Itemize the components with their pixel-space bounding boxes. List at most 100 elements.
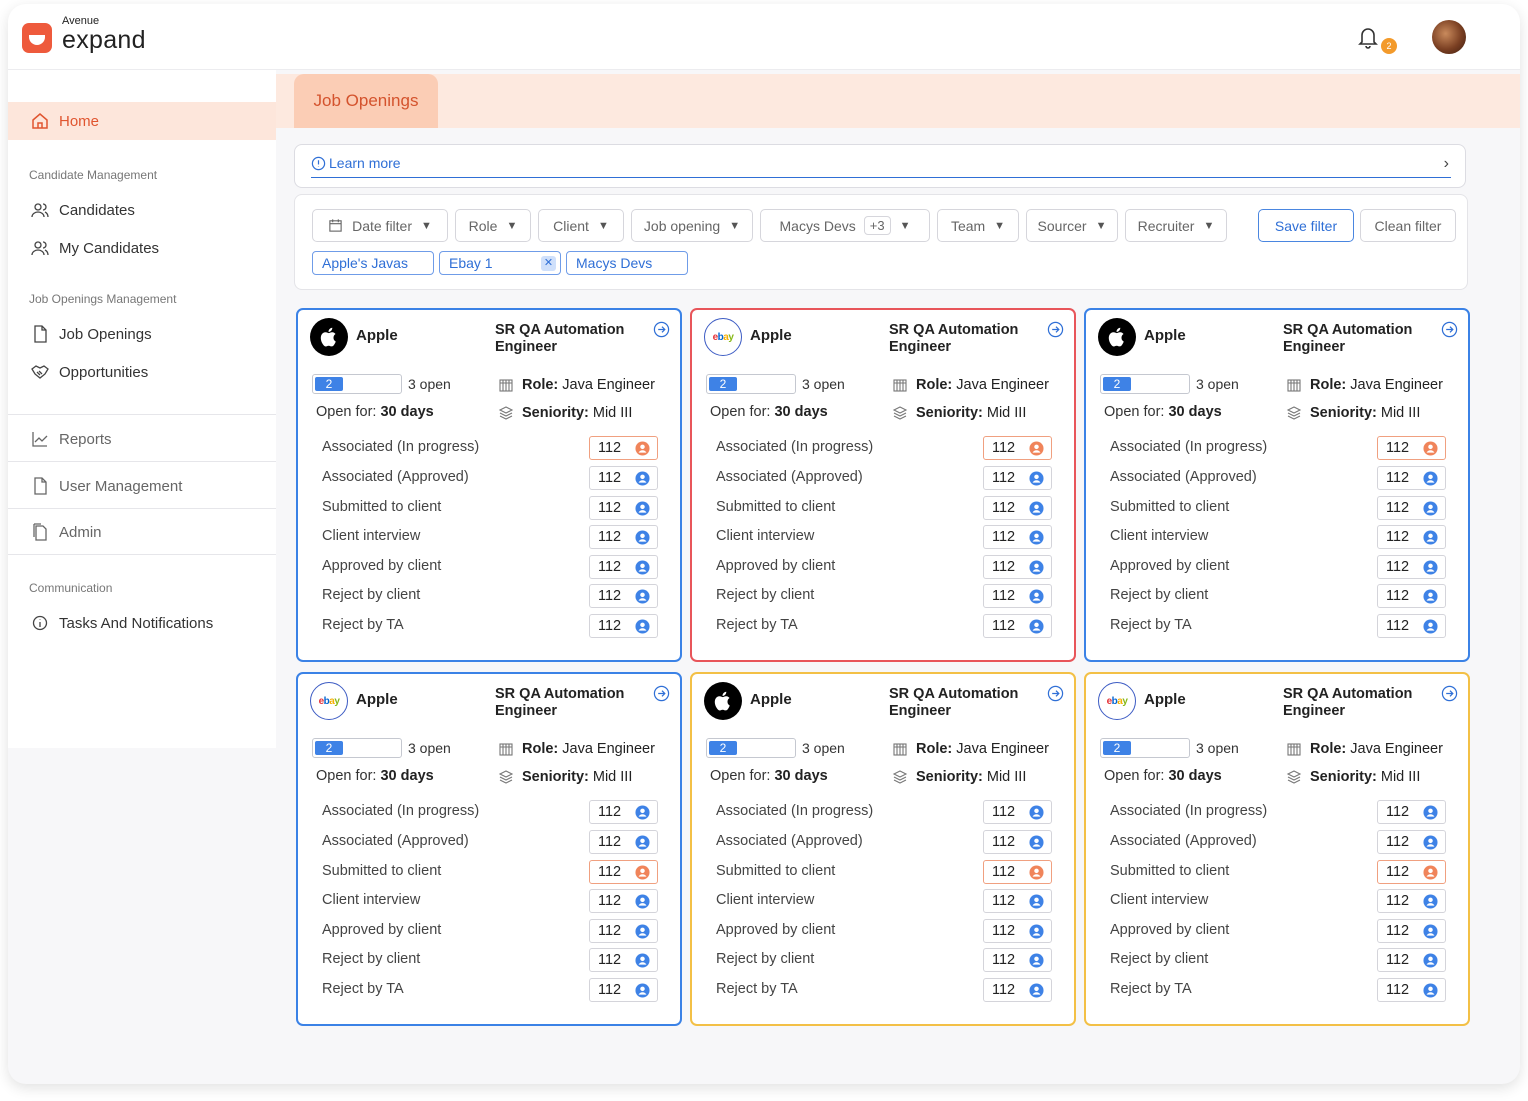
stage-count[interactable]: 112 — [983, 860, 1052, 884]
stage-count[interactable]: 112 — [1377, 978, 1446, 1002]
stage-count[interactable]: 112 — [589, 614, 658, 638]
stage-count[interactable]: 112 — [589, 860, 658, 884]
stage-count[interactable]: 112 — [1377, 830, 1446, 854]
stage-count[interactable]: 112 — [589, 800, 658, 824]
tab-job-openings[interactable]: Job Openings — [294, 74, 438, 128]
chevron-right-icon[interactable]: › — [1444, 155, 1449, 173]
stage-count[interactable]: 112 — [983, 496, 1052, 520]
stage-count[interactable]: 112 — [589, 830, 658, 854]
stage-count[interactable]: 112 — [1377, 948, 1446, 972]
stage-count[interactable]: 112 — [589, 555, 658, 579]
stage-count[interactable]: 112 — [589, 466, 658, 490]
section-job-openings-management: Job Openings Management — [29, 292, 177, 306]
filter-tag[interactable]: Apple's Javas — [312, 251, 434, 275]
stage-count[interactable]: 112 — [1377, 496, 1446, 520]
stage-count[interactable]: 112 — [983, 555, 1052, 579]
stage-row: Approved by client 112 — [322, 919, 658, 943]
job-card[interactable]: Apple SR QA Automation Engineer 2 3 open Ope… — [296, 308, 682, 662]
brand-logo[interactable]: Avenue expand — [22, 16, 146, 53]
stage-label: Client interview — [1110, 892, 1209, 908]
person-icon — [1029, 835, 1044, 850]
learn-more-bar[interactable]: Learn more › — [294, 144, 1466, 188]
stage-count[interactable]: 112 — [983, 978, 1052, 1002]
stage-count[interactable]: 112 — [589, 436, 658, 460]
learn-more-link[interactable]: Learn more — [311, 155, 401, 171]
stage-count[interactable]: 112 — [983, 584, 1052, 608]
filter-tag[interactable]: Ebay 1 ✕ — [439, 251, 561, 275]
job-card[interactable]: Apple SR QA Automation Engineer 2 3 open Ope… — [690, 672, 1076, 1026]
stage-label: Approved by client — [322, 922, 442, 938]
sidebar-item-user-management[interactable]: User Management — [30, 476, 182, 496]
stage-count[interactable]: 112 — [1377, 860, 1446, 884]
stage-count[interactable]: 112 — [1377, 919, 1446, 943]
stage-count[interactable]: 112 — [1377, 525, 1446, 549]
sidebar-item-reports[interactable]: Reports — [30, 429, 112, 449]
save-filter-button[interactable]: Save filter — [1258, 209, 1354, 242]
arrow-right-circle-icon[interactable] — [653, 685, 670, 702]
arrow-right-circle-icon[interactable] — [1441, 321, 1458, 338]
person-icon — [1423, 589, 1438, 604]
arrow-right-circle-icon[interactable] — [1047, 685, 1064, 702]
stage-count[interactable]: 112 — [983, 466, 1052, 490]
stage-count[interactable]: 112 — [1377, 889, 1446, 913]
stage-count[interactable]: 112 — [983, 830, 1052, 854]
job-card[interactable]: e b a y Apple SR QA Automation Engineer 2 3 ope… — [296, 672, 682, 1026]
sourcer-dropdown[interactable]: Sourcer ▼ — [1026, 209, 1118, 242]
stage-count[interactable]: 112 — [1377, 436, 1446, 460]
stage-count[interactable]: 112 — [1377, 584, 1446, 608]
stage-count[interactable]: 112 — [589, 919, 658, 943]
sidebar-item-tasks[interactable]: Tasks And Notifications — [30, 613, 213, 633]
stage-count[interactable]: 112 — [983, 525, 1052, 549]
brand-name: expand — [62, 26, 146, 54]
arrow-right-circle-icon[interactable] — [653, 321, 670, 338]
job-card[interactable]: e b a y Apple SR QA Automation Engineer 2 3 ope… — [1084, 672, 1470, 1026]
stage-label: Associated (In progress) — [322, 803, 480, 819]
sidebar-item-candidates[interactable]: Candidates — [30, 200, 135, 220]
person-icon — [1029, 983, 1044, 998]
stage-count[interactable]: 112 — [1377, 466, 1446, 490]
filter-tag[interactable]: Macys Devs — [566, 251, 688, 275]
job-card[interactable]: e b a y Apple SR QA Automation Engineer 2 3 ope… — [690, 308, 1076, 662]
stage-count[interactable]: 112 — [983, 800, 1052, 824]
user-avatar[interactable] — [1432, 20, 1466, 54]
role-dropdown[interactable]: Role ▼ — [455, 209, 531, 242]
macys-devs-multiselect[interactable]: Macys Devs +3 ▼ — [760, 209, 930, 242]
stage-count[interactable]: 112 — [589, 525, 658, 549]
arrow-right-circle-icon[interactable] — [1441, 685, 1458, 702]
clean-filter-button[interactable]: Clean filter — [1360, 209, 1456, 242]
stage-count[interactable]: 112 — [983, 948, 1052, 972]
stage-count[interactable]: 112 — [1377, 800, 1446, 824]
chevron-down-icon: ▼ — [506, 219, 518, 232]
progress-fill: 2 — [709, 741, 737, 755]
stage-count[interactable]: 112 — [589, 889, 658, 913]
bell-icon[interactable] — [1356, 24, 1380, 50]
sidebar-item-job-openings[interactable]: Job Openings — [30, 324, 152, 344]
stage-count[interactable]: 112 — [983, 614, 1052, 638]
stage-row: Associated (Approved) 112 — [716, 830, 1052, 854]
divider — [8, 461, 276, 462]
client-dropdown[interactable]: Client ▼ — [538, 209, 624, 242]
stage-count[interactable]: 112 — [1377, 555, 1446, 579]
sidebar-item-home[interactable]: Home — [8, 102, 276, 140]
job-card[interactable]: Apple SR QA Automation Engineer 2 3 open Ope… — [1084, 308, 1470, 662]
date-filter-dropdown[interactable]: Date filter ▼ — [312, 209, 448, 242]
stage-count[interactable]: 112 — [589, 584, 658, 608]
stage-count[interactable]: 112 — [1377, 614, 1446, 638]
close-icon[interactable]: ✕ — [541, 256, 556, 271]
chevron-down-icon: ▼ — [597, 219, 609, 232]
stage-count[interactable]: 112 — [983, 919, 1052, 943]
sidebar-item-opportunities[interactable]: Opportunities — [30, 362, 148, 382]
stage-count[interactable]: 112 — [983, 889, 1052, 913]
sidebar-item-my-candidates[interactable]: My Candidates — [30, 238, 159, 258]
person-icon — [1423, 983, 1438, 998]
arrow-right-circle-icon[interactable] — [1047, 321, 1064, 338]
team-dropdown[interactable]: Team ▼ — [937, 209, 1019, 242]
stage-count[interactable]: 112 — [983, 436, 1052, 460]
sidebar-item-admin[interactable]: Admin — [30, 522, 102, 542]
person-icon — [635, 471, 650, 486]
stage-count[interactable]: 112 — [589, 978, 658, 1002]
stage-count[interactable]: 112 — [589, 496, 658, 520]
stage-count[interactable]: 112 — [589, 948, 658, 972]
recruiter-dropdown[interactable]: Recruiter ▼ — [1125, 209, 1227, 242]
job-opening-dropdown[interactable]: Job opening ▼ — [631, 209, 753, 242]
